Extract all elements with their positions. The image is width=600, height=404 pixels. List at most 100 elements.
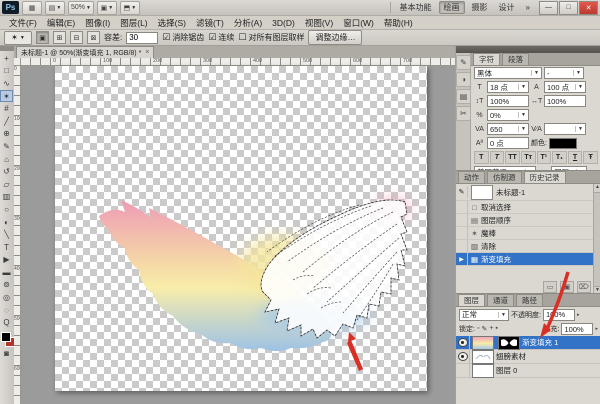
layer-row-gradient-fill[interactable]: 渐变填充 1 <box>456 336 600 350</box>
underline-button[interactable]: T <box>568 151 583 164</box>
anti-alias-checkbox[interactable]: ☑ 消除锯齿 <box>162 32 204 43</box>
proportional-spacing-select[interactable]: 0%▼ <box>487 109 529 121</box>
menu-file[interactable]: 文件(F) <box>4 17 42 29</box>
history-entry-deselect[interactable]: □ 取消选择 <box>456 201 600 214</box>
scroll-up-arrow[interactable]: ▲ <box>594 184 600 193</box>
arrange-documents-icon[interactable]: ▣▼ <box>97 1 117 15</box>
vertical-scale-field[interactable]: 100% <box>487 95 529 107</box>
subtract-from-selection-icon[interactable]: ⊟ <box>70 31 83 44</box>
quick-mask-mode-icon[interactable]: ◙ <box>0 347 13 360</box>
visibility-eye-icon[interactable] <box>456 336 470 349</box>
zoom-level-dropdown[interactable]: 50%▼ <box>68 1 94 15</box>
opacity-field[interactable]: 100% <box>543 309 575 321</box>
move-tool[interactable]: + <box>0 52 13 65</box>
document-tab[interactable]: 未标题-1 @ 50%(渐变填充 1, RGB/8) * × <box>16 46 154 58</box>
leading-select[interactable]: 100 点▼ <box>544 81 586 93</box>
history-brush-tool[interactable]: ↺ <box>0 165 13 178</box>
history-entry-gradient-fill-selected[interactable]: ▶ ▦ 渐变填充 <box>456 253 600 266</box>
hand-tool[interactable]: ◌ <box>0 304 13 317</box>
text-color-swatch[interactable] <box>549 138 577 149</box>
tab-history[interactable]: 历史记录 <box>524 171 566 183</box>
small-caps-button[interactable]: Tт <box>521 151 536 164</box>
tab-paragraph[interactable]: 段落 <box>502 53 529 65</box>
menu-view[interactable]: 视图(V) <box>300 17 338 29</box>
lasso-tool[interactable]: ∿ <box>0 77 13 90</box>
crop-tool[interactable]: # <box>0 102 13 115</box>
wing-material-thumbnail[interactable] <box>472 350 494 364</box>
menu-image[interactable]: 图像(I) <box>80 17 115 29</box>
all-caps-button[interactable]: TT <box>505 151 520 164</box>
type-tool[interactable]: T <box>0 241 13 254</box>
history-snapshot-row[interactable]: ✎ 未标题-1 <box>456 184 600 201</box>
history-entry-clear[interactable]: ▨ 清除 <box>456 240 600 253</box>
new-document-from-state-icon[interactable]: ▭ <box>543 281 557 293</box>
tolerance-input[interactable] <box>126 32 158 44</box>
history-scrollbar[interactable]: ▲ ▼ <box>593 184 600 295</box>
collapsed-panel-icon-layer-comps[interactable]: ▤ <box>456 89 471 104</box>
sample-all-layers-checkbox[interactable]: ☐ 对所有图层取样 <box>238 32 304 43</box>
lock-paint-icon[interactable]: ✎ <box>481 325 487 333</box>
workspace-design[interactable]: 设计 <box>495 2 519 13</box>
workspace-more-chevron[interactable]: » <box>522 3 534 12</box>
clone-stamp-tool[interactable]: ⌂ <box>0 153 13 166</box>
collapsed-panel-icon-tools[interactable]: ✂ <box>456 106 471 121</box>
font-style-select[interactable]: -▼ <box>544 67 584 79</box>
launch-bridge-icon[interactable]: ▦ <box>22 1 42 15</box>
menu-3d[interactable]: 3D(D) <box>267 18 300 28</box>
superscript-button[interactable]: T¹ <box>537 151 552 164</box>
eraser-tool[interactable]: ▱ <box>0 178 13 191</box>
menu-help[interactable]: 帮助(H) <box>379 17 418 29</box>
menu-layer[interactable]: 图层(L) <box>115 17 152 29</box>
menu-analysis[interactable]: 分析(A) <box>229 17 267 29</box>
layer-row-wing-material[interactable]: 翅膀素材 <box>456 350 600 364</box>
path-selection-tool[interactable]: ▶ <box>0 254 13 267</box>
rect-marquee-tool[interactable]: □ <box>0 65 13 78</box>
panel-grip[interactable] <box>0 46 14 51</box>
gradient-tool[interactable]: ▥ <box>0 191 13 204</box>
dock-header[interactable] <box>456 46 600 53</box>
magic-wand-preset-icon[interactable]: ✶▼ <box>4 31 32 45</box>
horizontal-scale-field[interactable]: 100% <box>544 95 586 107</box>
tab-character[interactable]: 字符 <box>473 53 500 65</box>
orbit-3d-tool[interactable]: ◎ <box>0 291 13 304</box>
tab-channels[interactable]: 通道 <box>487 294 514 306</box>
new-snapshot-icon[interactable]: ▣ <box>560 281 574 293</box>
font-size-select[interactable]: 18 点▼ <box>487 81 529 93</box>
workspace-painting[interactable]: 绘画 <box>439 1 465 14</box>
strikethrough-button[interactable]: Ŧ <box>583 151 598 164</box>
intersect-selection-icon[interactable]: ⊠ <box>87 31 100 44</box>
menu-window[interactable]: 窗口(W) <box>338 17 379 29</box>
rotate-3d-tool[interactable]: ⊚ <box>0 279 13 292</box>
tab-layers[interactable]: 图层 <box>458 294 485 306</box>
workspace-photography[interactable]: 摄影 <box>468 2 492 13</box>
magic-wand-tool[interactable]: ✶ <box>0 90 13 103</box>
tab-clone-source[interactable]: 仿制源 <box>487 171 522 183</box>
visibility-eye-empty[interactable] <box>456 364 470 377</box>
collapsed-panel-icon-brush[interactable]: ✎ <box>456 55 471 70</box>
workspace-basic[interactable]: 基本功能 <box>396 2 436 13</box>
close-button[interactable]: ✕ <box>579 1 598 15</box>
dodge-tool[interactable]: ◐ <box>0 216 13 229</box>
add-to-selection-icon[interactable]: ⊞ <box>53 31 66 44</box>
layer-row-layer0[interactable]: 图层 0 <box>456 364 600 378</box>
eyedropper-tool[interactable]: ╱ <box>0 115 13 128</box>
history-entry-magic-wand[interactable]: ✶ 魔棒 <box>456 227 600 240</box>
visibility-eye-icon[interactable] <box>456 350 470 363</box>
fill-spinner-icon[interactable]: ▸ <box>595 326 598 332</box>
blend-mode-select[interactable]: 正常▼ <box>459 309 509 321</box>
faux-italic-button[interactable]: T <box>490 151 505 164</box>
view-extras-icon[interactable]: ▤▼ <box>45 1 65 15</box>
healing-brush-tool[interactable]: ⊕ <box>0 128 13 141</box>
lock-position-icon[interactable]: + <box>489 325 493 333</box>
collapsed-panel-icon-clone-source[interactable]: ◑ <box>456 72 471 87</box>
baseline-shift-field[interactable]: 0 点 <box>487 137 529 149</box>
history-entry-layer-order[interactable]: ▤ 图层顺序 <box>456 214 600 227</box>
font-family-select[interactable]: 黑体▼ <box>474 67 542 79</box>
tab-paths[interactable]: 路径 <box>516 294 543 306</box>
faux-bold-button[interactable]: T <box>474 151 489 164</box>
delete-state-icon[interactable]: ⌦ <box>577 281 591 293</box>
contiguous-checkbox[interactable]: ☑ 连续 <box>208 32 234 43</box>
foreground-color-swatch[interactable] <box>1 332 11 342</box>
tab-actions[interactable]: 动作 <box>458 171 485 183</box>
zoom-tool[interactable]: Q <box>0 316 13 329</box>
